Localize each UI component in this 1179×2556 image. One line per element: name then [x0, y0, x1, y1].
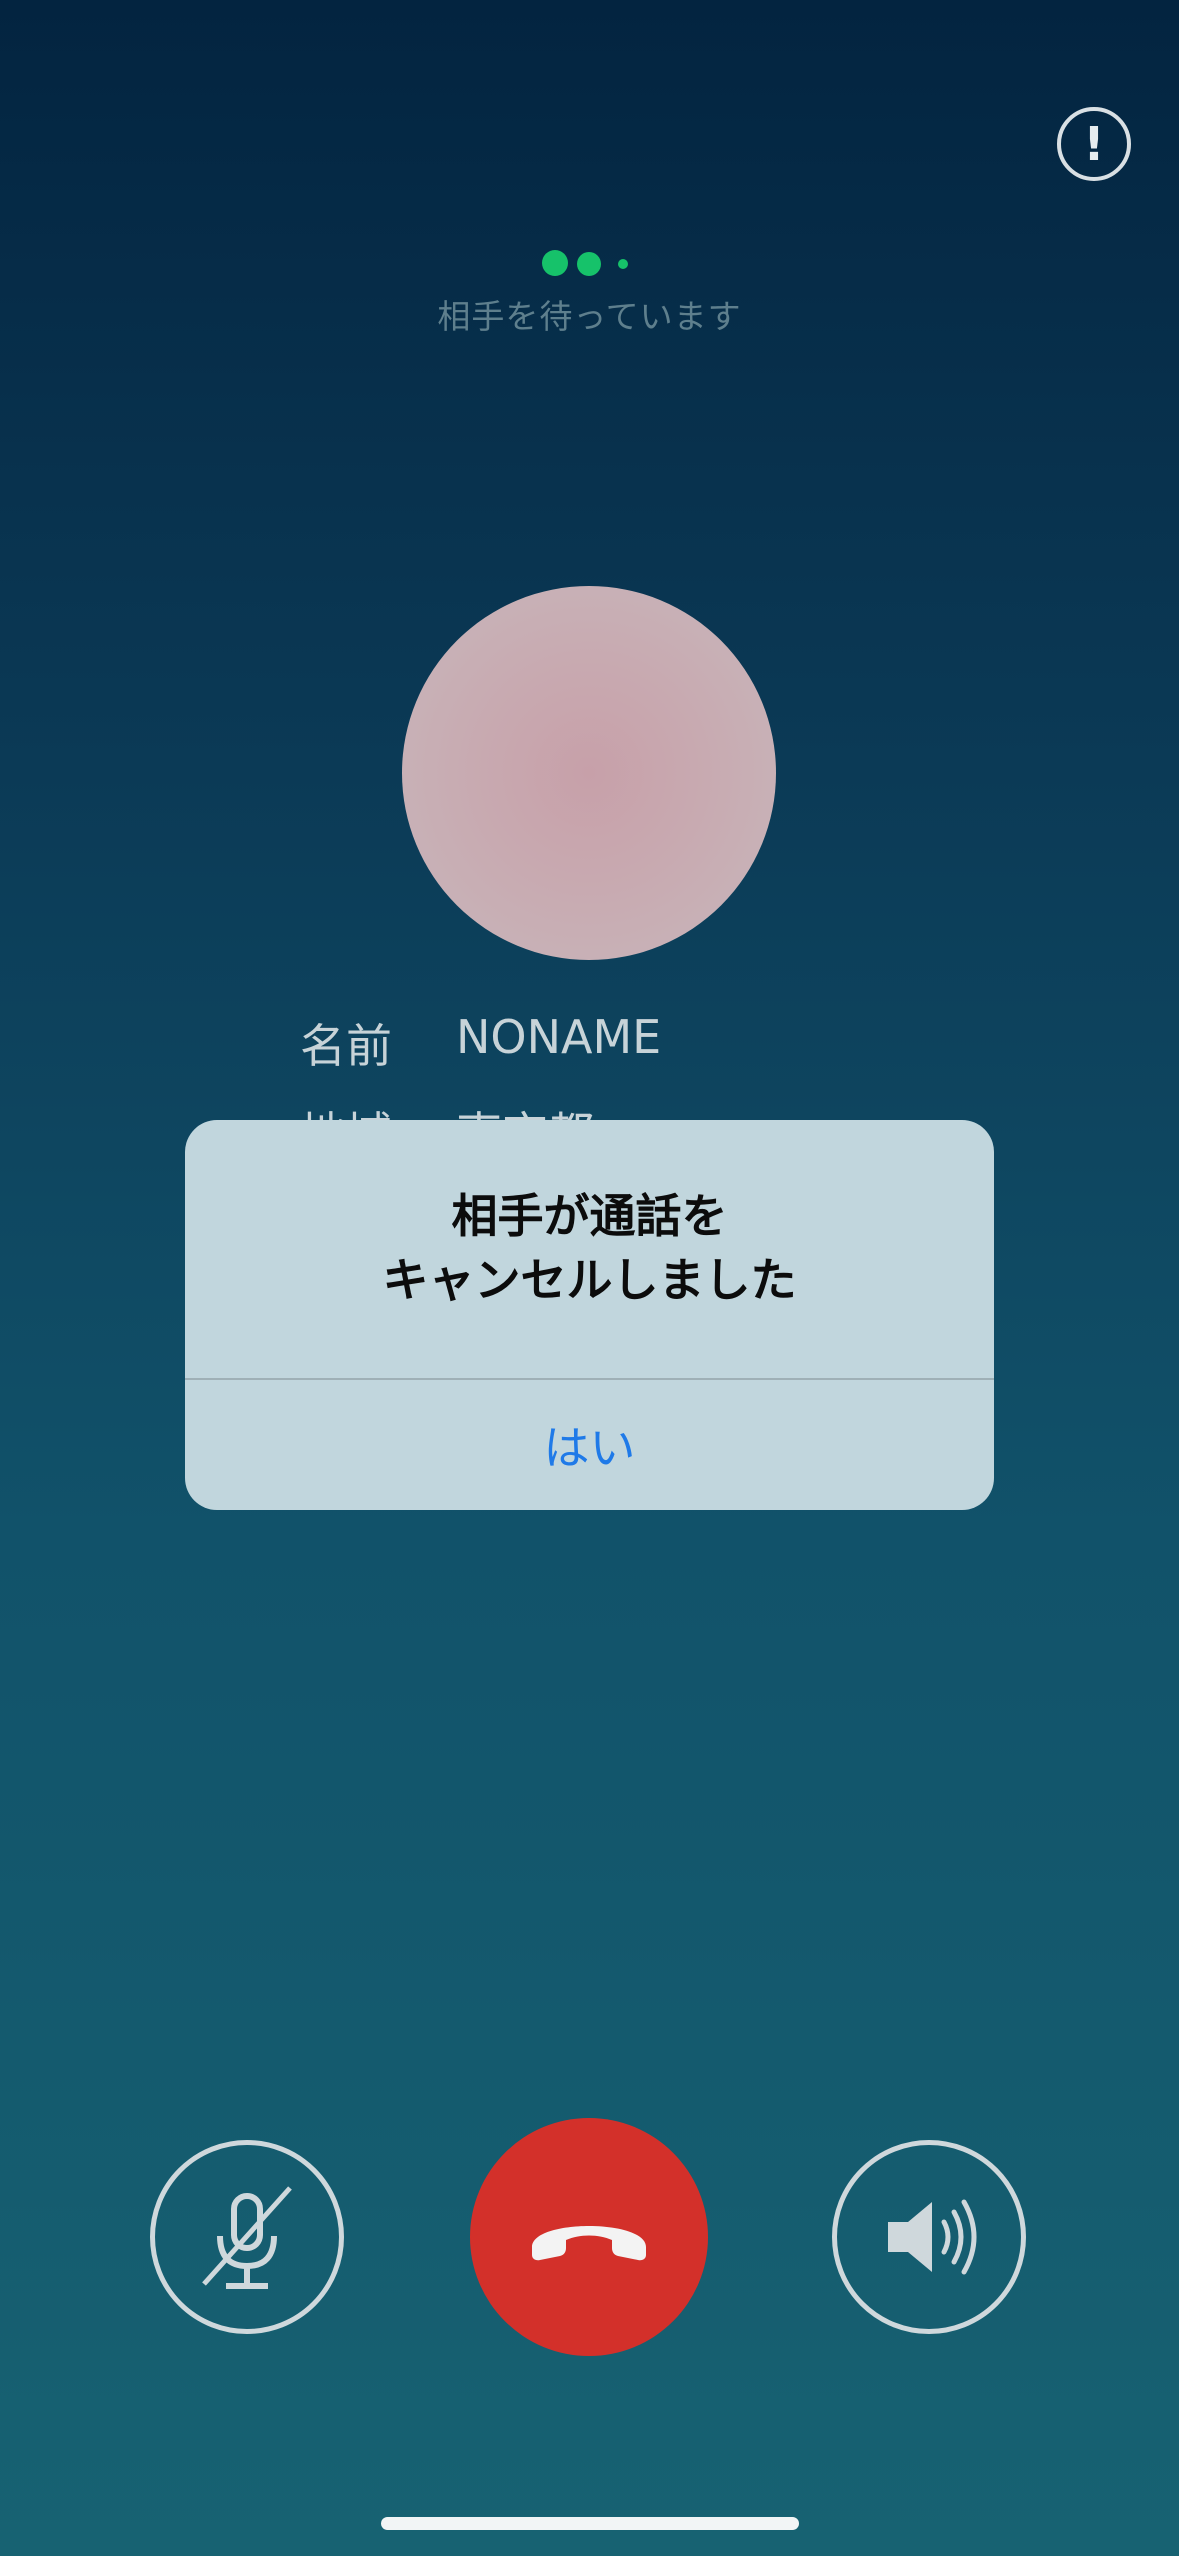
report-button[interactable]: !: [1057, 107, 1131, 181]
alert-title-line1: 相手が通話を: [451, 1189, 728, 1243]
waiting-dot: [577, 252, 601, 276]
speaker-icon: [888, 2199, 977, 2275]
mute-button[interactable]: [150, 2140, 344, 2334]
avatar: [402, 586, 776, 960]
phone-hangup-icon: [532, 2226, 646, 2261]
end-call-button[interactable]: [470, 2118, 708, 2356]
alert-title-line2: キャンセルしました: [382, 1253, 797, 1307]
exclamation-icon: !: [1083, 117, 1105, 171]
profile-name-value: NONAME: [456, 1010, 662, 1064]
alert-confirm-button[interactable]: はい: [185, 1380, 994, 1510]
speaker-button[interactable]: [832, 2140, 1026, 2334]
waiting-dots: [540, 248, 640, 278]
profile-name-label: 名前: [300, 1019, 392, 1073]
alert-title: 相手が通話を キャンセルしました: [185, 1184, 994, 1312]
microphone-off-icon: [202, 2186, 292, 2289]
home-indicator[interactable]: [381, 2517, 799, 2530]
call-cancelled-alert: 相手が通話を キャンセルしました はい: [185, 1120, 994, 1510]
waiting-dot: [542, 250, 568, 276]
waiting-dot: [618, 259, 628, 269]
waiting-status-text: 相手を待っています: [437, 297, 742, 336]
